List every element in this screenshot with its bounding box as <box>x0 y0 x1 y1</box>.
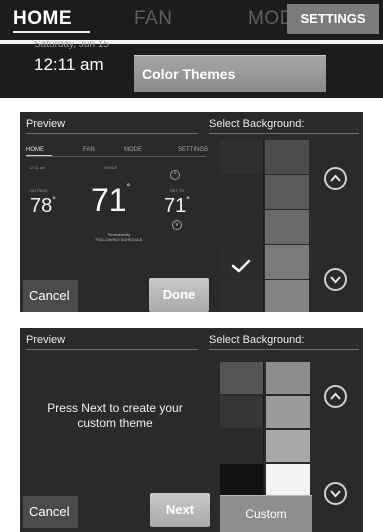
select-background-underline <box>209 349 359 350</box>
background-swatch[interactable] <box>220 210 264 244</box>
chevron-down-icon <box>330 276 341 284</box>
checkmark-icon <box>231 259 251 273</box>
mini-outside-label: OUTSIDE <box>30 188 48 193</box>
mini-tab-settings: SETTINGS <box>177 147 208 153</box>
mini-up-icon: ^ <box>170 170 180 180</box>
select-background-underline <box>209 133 359 134</box>
color-themes-menu-item[interactable]: Color Themes <box>134 55 326 92</box>
mini-outside-temp-value: 78 <box>30 195 53 217</box>
select-background-label: Select Background: <box>209 334 305 346</box>
preview-label: Preview <box>26 118 66 130</box>
background-swatch[interactable] <box>265 245 309 279</box>
mini-inside-temp: 71° <box>91 182 131 218</box>
mini-inside-temp-value: 71 <box>91 182 127 218</box>
mini-down-icon: v <box>172 220 182 230</box>
tab-home[interactable]: HOME <box>13 8 72 30</box>
mini-tab-mode: MODE <box>124 147 142 153</box>
scroll-down-button[interactable] <box>324 268 347 291</box>
background-swatch[interactable] <box>220 140 264 174</box>
mini-schedule-status: Permanently FOLLOWING SCHEDULE <box>84 232 154 242</box>
background-swatch[interactable] <box>265 210 309 244</box>
background-swatch[interactable] <box>220 430 264 462</box>
mini-set-to-label: SET TO <box>170 188 185 193</box>
background-swatch[interactable] <box>220 396 264 428</box>
preview-underline <box>26 349 198 350</box>
background-swatch[interactable] <box>266 362 310 394</box>
theme-preview-screen: HOME FAN MODE SETTINGS 12:11 am OUTSIDE … <box>24 144 210 250</box>
background-swatch[interactable] <box>266 430 310 462</box>
next-button[interactable]: Next <box>150 493 210 527</box>
active-tab-indicator <box>13 31 90 33</box>
preview-label: Preview <box>26 334 66 346</box>
background-swatch[interactable] <box>265 280 309 312</box>
background-swatch-selected[interactable] <box>220 280 264 312</box>
settings-header-panel: HOME FAN MODE SETTINGS Saturday, Jun 15 … <box>0 0 383 98</box>
mini-time: 12:11 am <box>29 165 46 170</box>
mini-set-to-temp: 71° <box>164 195 190 217</box>
done-button[interactable]: Done <box>149 278 209 312</box>
background-swatch[interactable] <box>220 175 264 209</box>
background-swatch[interactable] <box>220 362 264 394</box>
chevron-down-icon <box>330 490 341 498</box>
cancel-button[interactable]: Cancel <box>23 280 78 312</box>
tab-fan[interactable]: FAN <box>134 8 172 30</box>
background-swatch[interactable] <box>265 175 309 209</box>
date-text: Saturday, Jun 15 <box>34 41 109 49</box>
scroll-up-button[interactable] <box>324 167 347 190</box>
select-background-label: Select Background: <box>209 118 305 130</box>
time-text: 12:11 am <box>34 55 104 74</box>
mini-inside-label: INSIDE <box>104 165 118 170</box>
tab-settings[interactable]: SETTINGS <box>287 4 379 34</box>
mini-set-to-value: 71 <box>164 195 187 217</box>
scroll-down-button[interactable] <box>324 482 347 505</box>
mini-tab-home: HOME <box>26 147 44 153</box>
mini-outside-temp: 78° <box>30 195 56 217</box>
background-swatch[interactable] <box>266 396 310 428</box>
chevron-up-icon <box>330 392 341 400</box>
background-preview-panel: Preview Select Background: HOME FAN MODE… <box>20 112 363 312</box>
custom-theme-message: Press Next to create your custom theme <box>47 401 183 430</box>
scroll-up-button[interactable] <box>324 385 347 408</box>
background-swatch[interactable] <box>220 464 264 496</box>
background-swatch[interactable] <box>266 464 310 496</box>
mini-schedule-line-2: FOLLOWING SCHEDULE <box>95 237 143 242</box>
custom-theme-panel: Preview Select Background: Press Next to… <box>20 328 363 532</box>
preview-underline <box>26 133 198 134</box>
custom-swatch-button[interactable]: Custom <box>220 495 312 532</box>
mini-tab-divider <box>26 156 206 157</box>
chevron-up-icon <box>330 174 341 182</box>
cancel-button[interactable]: Cancel <box>23 496 78 528</box>
mini-tab-fan: FAN <box>83 147 95 153</box>
background-swatch[interactable] <box>265 140 309 174</box>
